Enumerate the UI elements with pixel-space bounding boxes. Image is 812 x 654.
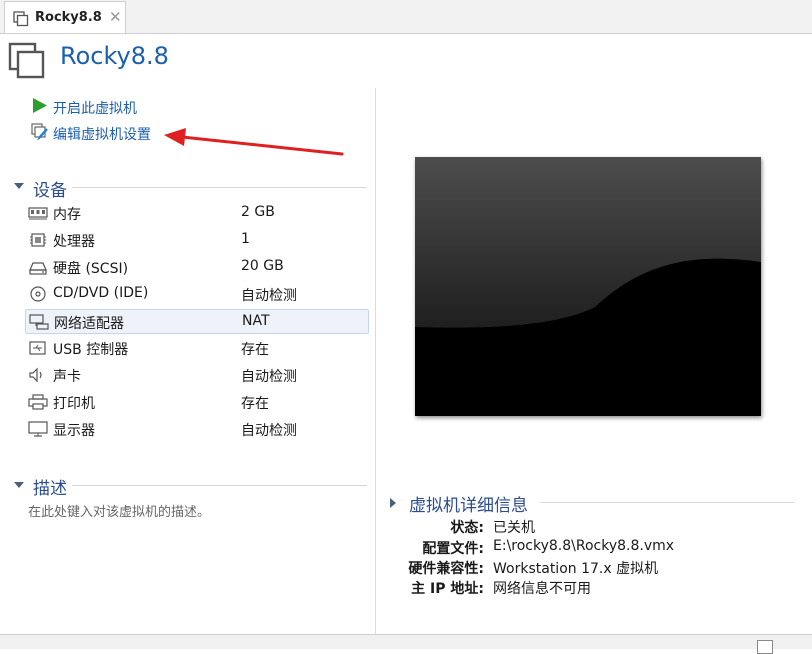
vm-icon	[13, 11, 29, 27]
hard-disk-icon	[29, 262, 47, 275]
device-name: 网络适配器	[54, 316, 124, 332]
annotation-arrow	[164, 128, 344, 156]
vm-title: Rocky8.8	[60, 42, 169, 70]
play-icon[interactable]	[31, 97, 48, 114]
device-row-cd-dvd[interactable]: CD/DVD (IDE) 自动检测	[25, 282, 369, 307]
collapse-description-icon[interactable]	[14, 482, 24, 488]
tab-bar: Rocky8.8 ✕	[0, 0, 812, 34]
device-name: 硬盘 (SCSI)	[53, 261, 129, 277]
device-row-usb[interactable]: USB 控制器 存在	[25, 336, 369, 361]
ip-address-value: 网络信息不可用	[493, 581, 591, 597]
device-value: 存在	[241, 342, 269, 358]
device-value: 20 GB	[241, 258, 284, 274]
network-adapter-icon	[29, 314, 49, 330]
device-row-memory[interactable]: 内存 2 GB	[25, 201, 369, 226]
device-name: 声卡	[53, 369, 81, 385]
hardware-compat-value: Workstation 17.x 虚拟机	[493, 561, 659, 577]
devices-header: 设备	[33, 181, 67, 201]
description-field[interactable]: 在此处键入对该虚拟机的描述。	[28, 501, 210, 520]
usb-icon	[29, 341, 46, 355]
device-row-display[interactable]: 显示器 自动检测	[25, 417, 369, 442]
divider	[72, 485, 367, 486]
divider	[540, 502, 795, 503]
cd-dvd-icon	[30, 286, 46, 302]
status-bar	[0, 634, 812, 654]
device-name: 处理器	[53, 234, 95, 250]
ip-address-label: 主 IP 地址:	[411, 581, 484, 597]
device-value: 自动检测	[241, 423, 297, 439]
tab-title: Rocky8.8	[35, 10, 102, 25]
divider	[72, 187, 367, 188]
vm-icon	[8, 42, 45, 79]
device-name: 内存	[53, 207, 81, 223]
state-label: 状态:	[450, 520, 484, 536]
device-name: USB 控制器	[53, 342, 129, 358]
memory-icon	[28, 207, 48, 220]
device-value: NAT	[242, 313, 270, 329]
edit-settings-icon[interactable]	[31, 123, 49, 141]
device-value: 1	[241, 231, 250, 247]
device-row-network-adapter[interactable]: 网络适配器 NAT	[25, 309, 369, 334]
speaker-icon	[29, 367, 42, 383]
collapse-details-icon[interactable]	[390, 498, 396, 508]
device-value: 自动检测	[241, 369, 297, 385]
processor-icon	[30, 233, 46, 247]
device-value: 自动检测	[241, 288, 297, 304]
device-name: CD/DVD (IDE)	[53, 285, 149, 301]
edit-settings-link[interactable]: 编辑虚拟机设置	[53, 124, 151, 144]
device-row-hard-disk[interactable]: 硬盘 (SCSI) 20 GB	[25, 255, 369, 280]
power-on-link[interactable]: 开启此虚拟机	[53, 98, 137, 118]
collapse-devices-icon[interactable]	[14, 183, 24, 189]
device-name: 打印机	[53, 396, 95, 412]
details-header: 虚拟机详细信息	[409, 496, 528, 516]
state-value: 已关机	[493, 520, 535, 536]
device-row-printer[interactable]: 打印机 存在	[25, 390, 369, 415]
description-header: 描述	[33, 479, 67, 499]
config-file-value: E:\rocky8.8\Rocky8.8.vmx	[493, 538, 675, 554]
monitor-icon	[28, 421, 48, 437]
printer-icon	[28, 394, 48, 410]
close-icon[interactable]: ✕	[109, 8, 122, 26]
device-value: 存在	[241, 396, 269, 412]
vm-screen-preview[interactable]	[415, 157, 761, 416]
device-row-sound[interactable]: 声卡 自动检测	[25, 363, 369, 388]
device-value: 2 GB	[241, 204, 275, 220]
tab-rocky[interactable]: Rocky8.8 ✕	[4, 1, 126, 33]
status-indicator-icon[interactable]	[757, 640, 773, 654]
hardware-compat-label: 硬件兼容性:	[408, 561, 484, 577]
device-name: 显示器	[53, 423, 95, 439]
device-row-processor[interactable]: 处理器 1	[25, 228, 369, 253]
pane-divider	[375, 88, 376, 634]
config-file-label: 配置文件:	[422, 541, 484, 557]
